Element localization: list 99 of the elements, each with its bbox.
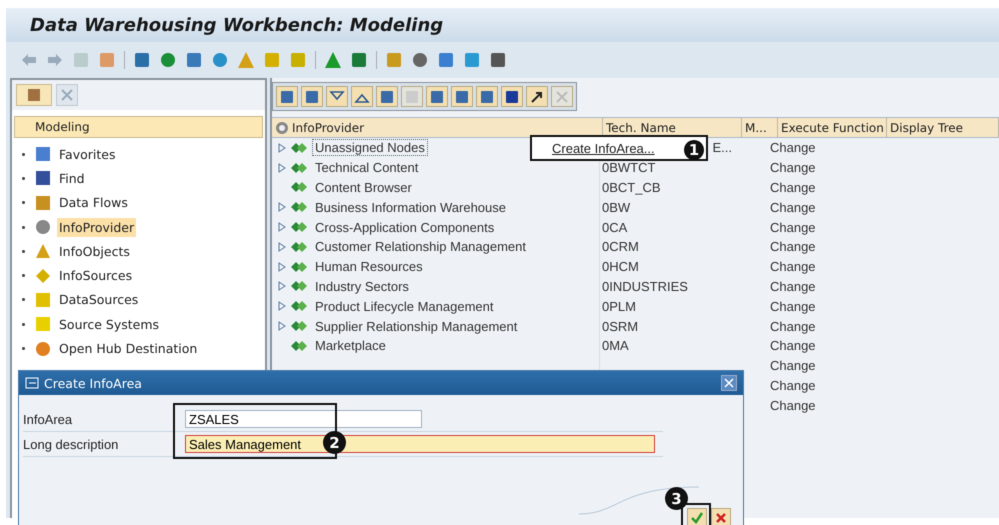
- diamond-icon: [291, 182, 307, 192]
- view-selector-button[interactable]: [16, 84, 52, 106]
- callout-badge: 3: [665, 487, 688, 510]
- diamond-icon: [291, 281, 307, 292]
- close-icon: [60, 88, 74, 102]
- diamond-icon: [291, 162, 307, 173]
- table-cell: 0BCT_CB: [602, 180, 661, 195]
- tree-node[interactable]: Industry Sectors: [312, 278, 412, 295]
- diamond-icon: [291, 202, 307, 212]
- close-icon: [724, 378, 734, 388]
- nav-item[interactable]: Find: [57, 168, 87, 188]
- expand-icon[interactable]: [278, 321, 286, 332]
- expand-icon[interactable]: [278, 281, 286, 292]
- dialog-title: Create InfoArea: [44, 376, 142, 390]
- nav-item[interactable]: InfoSources: [57, 266, 134, 286]
- tree-node[interactable]: Unassigned Nodes: [312, 139, 428, 156]
- panel-icon: [27, 88, 41, 102]
- table-cell: 0SRM: [602, 318, 638, 334]
- arrow-button[interactable]: [526, 86, 548, 107]
- table-cell: 0MA: [602, 338, 629, 354]
- nav-item[interactable]: InfoProvider: [57, 218, 136, 237]
- tree-node[interactable]: Customer Relationship Management: [312, 238, 529, 256]
- expand-icon[interactable]: [278, 262, 286, 272]
- table-cell: 0CRM: [602, 239, 639, 254]
- nav-item[interactable]: DataSources: [57, 290, 140, 310]
- table-cell: Change: [770, 318, 816, 334]
- table-cell: Change: [770, 259, 816, 274]
- nav-item[interactable]: Open Hub Destination: [57, 339, 200, 358]
- table-cell: Change: [770, 338, 816, 354]
- table-cell: Change: [770, 358, 816, 374]
- create-icon: [25, 377, 39, 389]
- expand-icon[interactable]: [278, 301, 286, 312]
- table-cell: Change: [770, 220, 816, 235]
- info-button[interactable]: [501, 86, 523, 107]
- binoculars-button[interactable]: [376, 86, 398, 107]
- tree-node[interactable]: Business Information Warehouse: [312, 198, 510, 216]
- nav-item[interactable]: Data Flows: [57, 193, 130, 212]
- document-button[interactable]: [301, 86, 323, 107]
- table-cell: Change: [770, 140, 816, 156]
- column-header[interactable]: M...: [742, 118, 778, 137]
- column-header[interactable]: Execute Function: [778, 118, 887, 137]
- table-cell: 0BWTCT: [602, 160, 656, 176]
- diamond-icon: [35, 268, 51, 284]
- tree-node[interactable]: Content Browser: [312, 178, 415, 196]
- expand-icon[interactable]: [278, 162, 286, 173]
- tree-node[interactable]: Marketplace: [312, 337, 389, 354]
- expand-icon[interactable]: [278, 142, 286, 153]
- table-cell: 0INDUSTRIES: [602, 278, 688, 294]
- tree-node[interactable]: Product Lifecycle Management: [312, 298, 496, 315]
- monitor-button[interactable]: [451, 86, 473, 107]
- expand-icon[interactable]: [278, 222, 286, 232]
- table-cell: Change: [770, 298, 816, 314]
- column-header[interactable]: Display Tree: [887, 118, 999, 137]
- tree-node[interactable]: Cross-Application Components: [312, 218, 498, 236]
- tree-node[interactable]: Supplier Relationship Management: [312, 318, 520, 335]
- table-cell: E...: [712, 140, 732, 156]
- table-cell: Change: [770, 160, 816, 176]
- triangle-icon: [35, 243, 51, 260]
- tree-node[interactable]: Technical Content: [312, 159, 422, 176]
- table-cell: Change: [770, 378, 816, 393]
- nav-item[interactable]: Favorites: [57, 144, 118, 164]
- window-title: Data Warehousing Workbench: Modeling: [30, 14, 444, 36]
- diamond-icon: [291, 301, 307, 312]
- nav-item[interactable]: InfoObjects: [57, 242, 132, 261]
- diamond-icon: [291, 242, 307, 252]
- expand-icon[interactable]: [278, 202, 286, 212]
- diamond-icon: [291, 142, 307, 153]
- diamond-icon: [291, 222, 307, 232]
- collapse-button[interactable]: [351, 86, 373, 107]
- tree-button[interactable]: [476, 86, 498, 107]
- input-field[interactable]: ZSALES: [185, 410, 422, 428]
- expand-button[interactable]: [326, 86, 348, 107]
- diamond-icon: [291, 321, 307, 332]
- table-cell: Change: [770, 180, 816, 195]
- table-cell: 0BW: [602, 200, 630, 215]
- table-cell: Change: [770, 398, 816, 413]
- table-cell: 0HCM: [602, 259, 639, 274]
- table-cell: 0PLM: [602, 298, 636, 314]
- callout-badge: 1: [684, 140, 704, 160]
- menu-item[interactable]: Create InfoArea...: [552, 140, 655, 156]
- diamond-icon: [291, 262, 307, 272]
- close-button[interactable]: [721, 375, 737, 391]
- close-icon: [554, 88, 570, 104]
- diamond-icon: [291, 340, 307, 351]
- image-button[interactable]: [426, 86, 448, 107]
- cancel-button[interactable]: [711, 508, 731, 525]
- section-header[interactable]: Modeling: [14, 116, 263, 138]
- table-cell: Change: [770, 239, 816, 254]
- tree-node[interactable]: Human Resources: [312, 258, 426, 276]
- field-label: InfoArea: [23, 412, 74, 426]
- table-cell: Change: [770, 200, 816, 215]
- table-cell: Change: [770, 278, 816, 294]
- confirm-button[interactable]: [687, 508, 707, 525]
- expand-icon[interactable]: [278, 242, 286, 252]
- nav-item[interactable]: Source Systems: [57, 314, 162, 334]
- checkmark-icon: [690, 511, 704, 525]
- refresh-button[interactable]: [276, 86, 298, 107]
- table-cell: 0CA: [602, 220, 628, 235]
- field-label: Long description: [23, 436, 120, 452]
